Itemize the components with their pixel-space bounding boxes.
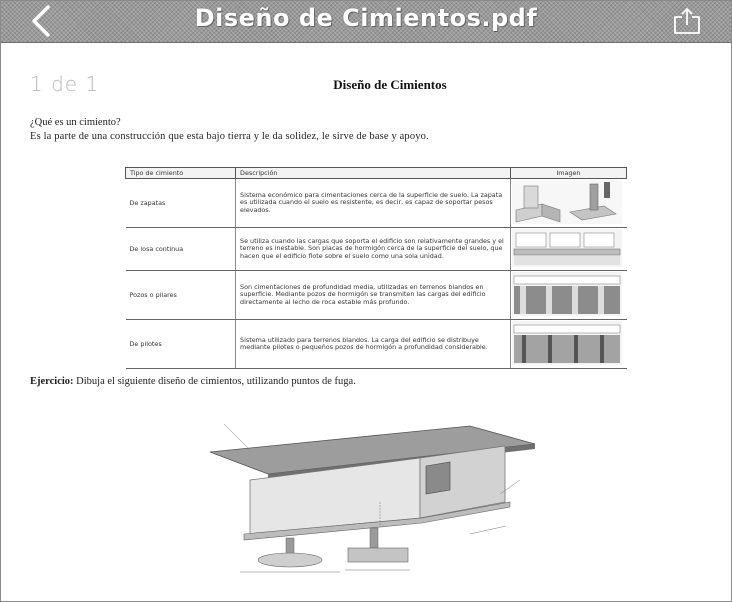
foundation-type: De zapatas xyxy=(125,178,237,228)
foundation-description: Se utiliza cuando las cargas que soporta… xyxy=(240,237,504,260)
table-header-cell: Imagen xyxy=(509,167,628,179)
foundation-type: Pozos o pilares xyxy=(125,270,237,320)
footing-diagram xyxy=(511,180,622,224)
answer-text: Es la parte de una construcción que esta… xyxy=(30,131,429,142)
table-row: Pozos o pilares Son cimentaciones de pro… xyxy=(125,270,627,320)
exercise-label: Ejercicio: xyxy=(30,376,74,387)
chevron-left-icon[interactable] xyxy=(26,4,60,38)
share-icon[interactable] xyxy=(672,6,702,36)
table-header-row: Tipo de cimiento Descripción Imagen xyxy=(124,167,628,179)
table-row: De losa continua Se utiliza cuando las c… xyxy=(125,227,627,271)
question-text: ¿Qué es un cimiento? xyxy=(30,117,121,128)
table-row: De zapatas Sistema económico para ciment… xyxy=(125,178,627,228)
foundation-description: Sistema económico para cimentaciones cer… xyxy=(240,191,503,214)
foundation-type: De losa continua xyxy=(125,227,237,271)
foundation-types-table: Tipo de cimiento Descripción Imagen De z… xyxy=(124,167,628,369)
top-bar: Diseño de Cimientos.pdf xyxy=(0,0,732,43)
table-header-cell: Tipo de cimiento xyxy=(124,167,237,179)
slab-diagram xyxy=(511,229,622,267)
piles-diagram xyxy=(511,321,622,365)
exercise-text: Ejercicio: Dibuja el siguiente diseño de… xyxy=(30,376,356,387)
foundation-description: Sistema utilizado para terrenos blandos.… xyxy=(240,336,488,351)
document-title: Diseño de Cimientos.pdf xyxy=(194,4,538,32)
foundation-type: De pilotes xyxy=(125,319,237,369)
page-title: Diseño de Cimientos xyxy=(333,77,447,92)
table-header-cell: Descripción xyxy=(235,167,511,179)
exercise-instruction: Dibuja el siguiente diseño de cimientos,… xyxy=(73,376,356,387)
foundation-description: Son cimentaciones de profundidad media, … xyxy=(240,283,486,306)
table-row: De pilotes Sistema utilizado para terren… xyxy=(125,319,627,369)
house-foundation-drawing xyxy=(209,423,536,573)
page-counter: 1 de 1 xyxy=(30,72,100,96)
piers-diagram xyxy=(511,272,622,316)
